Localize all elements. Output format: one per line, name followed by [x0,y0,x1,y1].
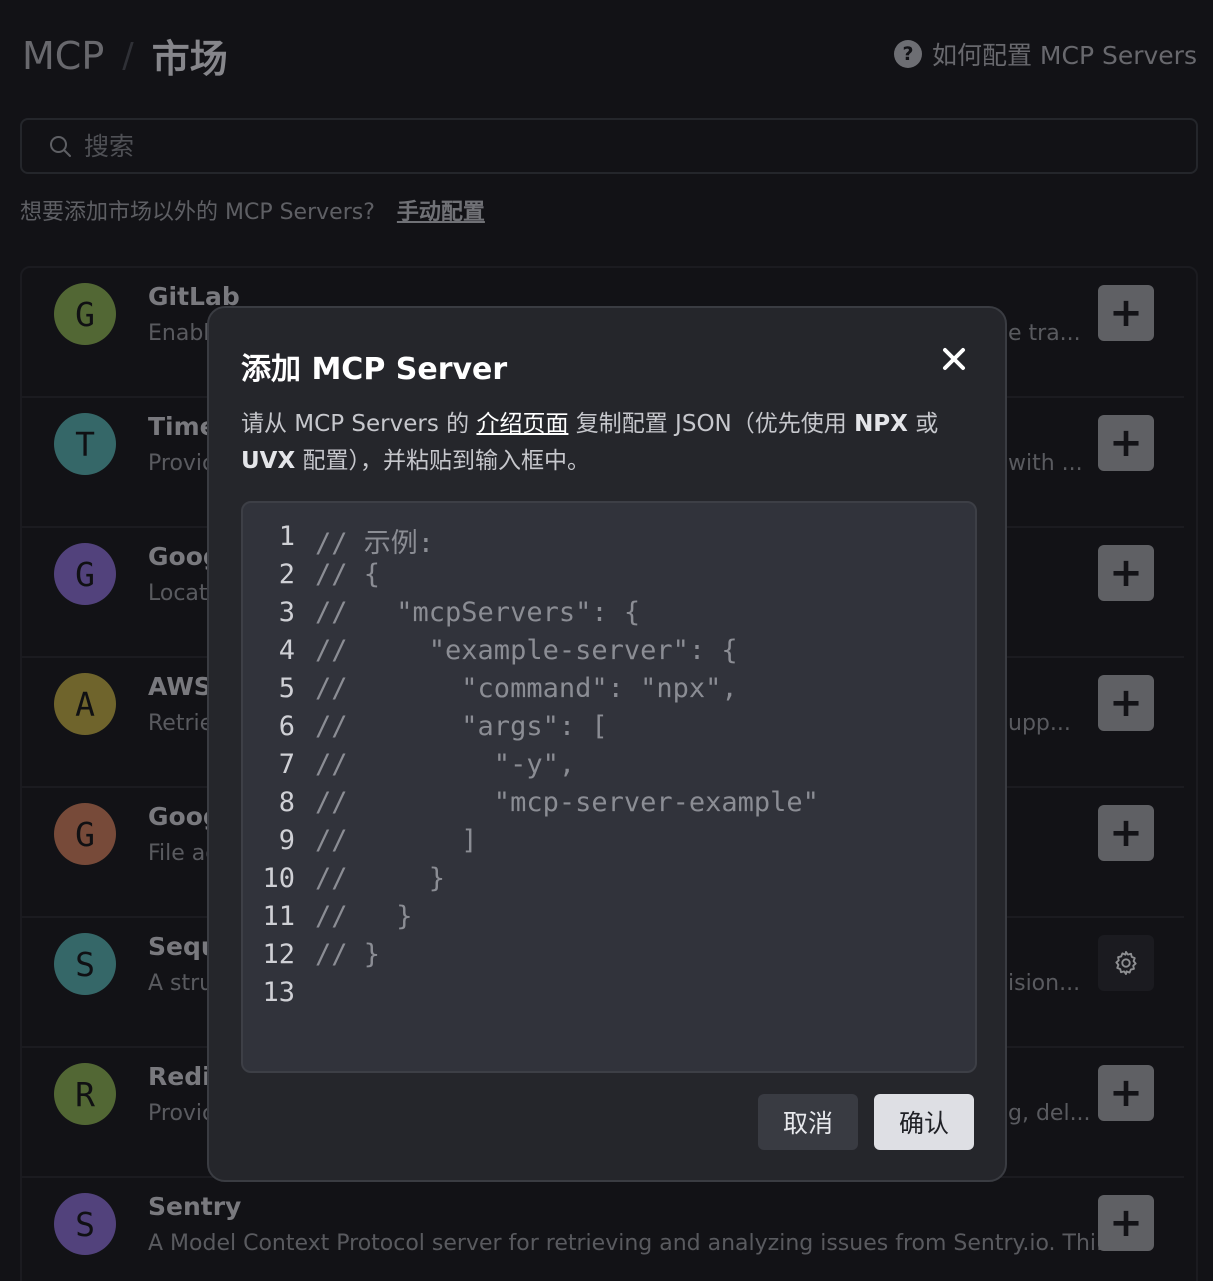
line-number: 8 [278,787,295,818]
json-config-editor[interactable]: 1 // 示例: 2 // { 3 // "mcpServers": { 4 // "exam… [241,501,977,1073]
confirm-button[interactable]: 确认 [874,1094,974,1150]
code-line: 9 // ] [243,825,478,863]
line-number: 1 [278,521,295,552]
code-text: // "mcp-server-example" [315,787,819,818]
code-line: 12 // } [243,939,380,977]
intro-page-link[interactable]: 介绍页面 [476,411,568,437]
code-text: // "args": [ [315,711,608,742]
instr-text: 复制配置 JSON（优先使用 [568,411,855,437]
line-number: 9 [278,825,295,856]
code-line: 3 // "mcpServers": { [243,597,640,635]
line-number: 12 [262,939,295,970]
code-text: // 示例: [315,528,435,559]
code-text: // } [315,939,381,970]
code-text: // "command": "npx", [315,673,738,704]
code-line: 11 // } [243,901,413,939]
code-line: 2 // { [243,559,380,597]
code-line: 8 // "mcp-server-example" [243,787,819,825]
code-text: // } [315,901,413,932]
instr-uvx: UVX [241,448,296,474]
line-number: 13 [262,977,295,1008]
code-text: // ] [315,825,478,856]
code-line: 4 // "example-server": { [243,635,738,673]
mcp-market-page: MCP / 市场 ? 如何配置 MCP Servers 想要添加市场以外的 MC… [0,0,1213,1281]
code-text: // } [315,863,446,894]
code-line: 10 // } [243,863,445,901]
code-line: 13 [243,977,315,1015]
line-number: 11 [262,901,295,932]
code-text: // "example-server": { [315,635,738,666]
instr-npx: NPX [854,411,908,437]
code-text: // "-y", [315,749,576,780]
code-text: // "mcpServers": { [315,597,641,628]
line-number: 5 [278,673,295,704]
close-icon[interactable] [939,344,969,374]
dialog-instructions: 请从 MCP Servers 的 介绍页面 复制配置 JSON（优先使用 NPX… [241,406,961,480]
add-server-dialog: 添加 MCP Server 请从 MCP Servers 的 介绍页面 复制配置… [207,306,1007,1182]
dialog-title: 添加 MCP Server [241,352,508,387]
instr-text: 配置），并粘贴到输入框中。 [295,448,591,474]
line-number: 3 [278,597,295,628]
code-line: 1 // 示例: [243,521,434,559]
code-line: 6 // "args": [ [243,711,608,749]
line-number: 4 [278,635,295,666]
line-number: 6 [278,711,295,742]
code-line: 7 // "-y", [243,749,575,787]
cancel-button[interactable]: 取消 [758,1094,858,1150]
code-line: 5 // "command": "npx", [243,673,738,711]
code-text: // { [315,559,381,590]
instr-text: 请从 MCP Servers 的 [241,411,477,437]
line-number: 2 [278,559,295,590]
line-number: 10 [262,863,295,894]
line-number: 7 [278,749,295,780]
instr-text: 或 [907,411,939,437]
